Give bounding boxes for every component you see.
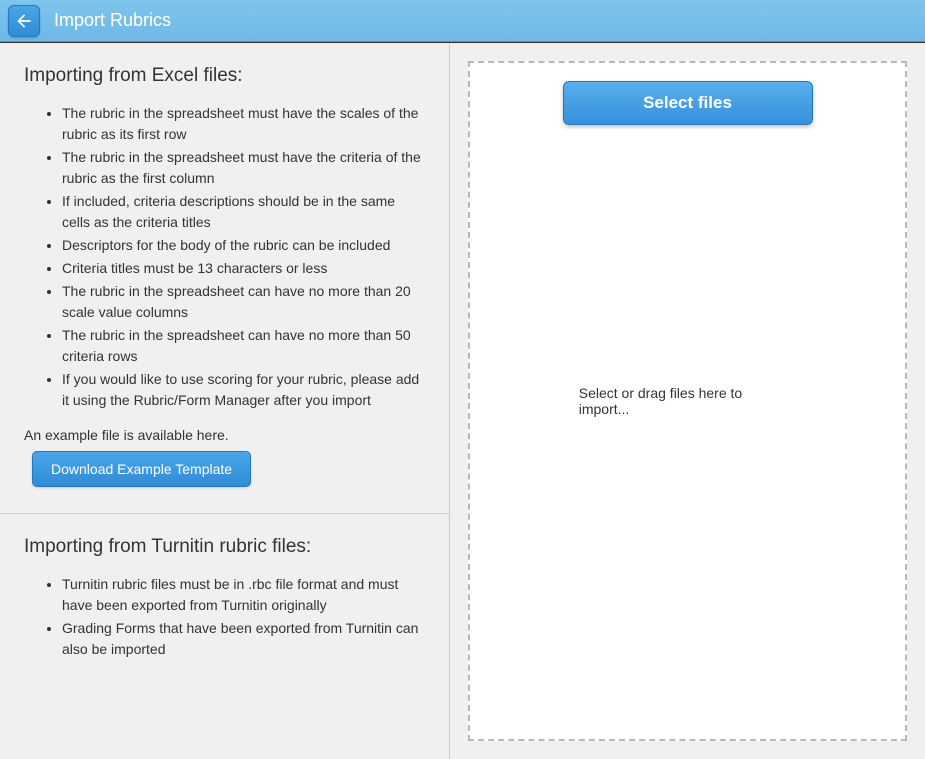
list-item: Grading Forms that have been exported fr… — [62, 618, 425, 660]
select-files-button[interactable]: Select files — [563, 81, 813, 125]
page-title: Import Rubrics — [54, 10, 171, 31]
list-item: The rubric in the spreadsheet can have n… — [62, 325, 425, 367]
list-item: Criteria titles must be 13 characters or… — [62, 258, 425, 279]
page-header: Import Rubrics — [0, 0, 925, 42]
list-item: The rubric in the spreadsheet must have … — [62, 103, 425, 145]
list-item: Turnitin rubric files must be in .rbc fi… — [62, 574, 425, 616]
list-item: Descriptors for the body of the rubric c… — [62, 235, 425, 256]
back-button[interactable] — [8, 5, 40, 37]
list-item: The rubric in the spreadsheet must have … — [62, 147, 425, 189]
dropzone-hint: Select or drag files here to import... — [579, 385, 797, 417]
list-item: If you would like to use scoring for you… — [62, 369, 425, 411]
excel-section-title: Importing from Excel files: — [24, 65, 425, 87]
instructions-panel: Importing from Excel files: The rubric i… — [0, 43, 450, 759]
turnitin-section-title: Importing from Turnitin rubric files: — [24, 536, 425, 558]
file-dropzone[interactable]: Select files Select or drag files here t… — [468, 61, 907, 741]
list-item: The rubric in the spreadsheet can have n… — [62, 281, 425, 323]
turnitin-section: Importing from Turnitin rubric files: Tu… — [0, 514, 449, 702]
arrow-left-icon — [14, 11, 34, 31]
turnitin-bullet-list: Turnitin rubric files must be in .rbc fi… — [24, 574, 425, 660]
excel-bullet-list: The rubric in the spreadsheet must have … — [24, 103, 425, 411]
main-content: Importing from Excel files: The rubric i… — [0, 42, 925, 759]
download-template-button[interactable]: Download Example Template — [32, 451, 251, 487]
example-file-text: An example file is available here. — [24, 427, 425, 443]
list-item: If included, criteria descriptions shoul… — [62, 191, 425, 233]
upload-panel: Select files Select or drag files here t… — [450, 43, 925, 759]
excel-section: Importing from Excel files: The rubric i… — [0, 43, 449, 514]
